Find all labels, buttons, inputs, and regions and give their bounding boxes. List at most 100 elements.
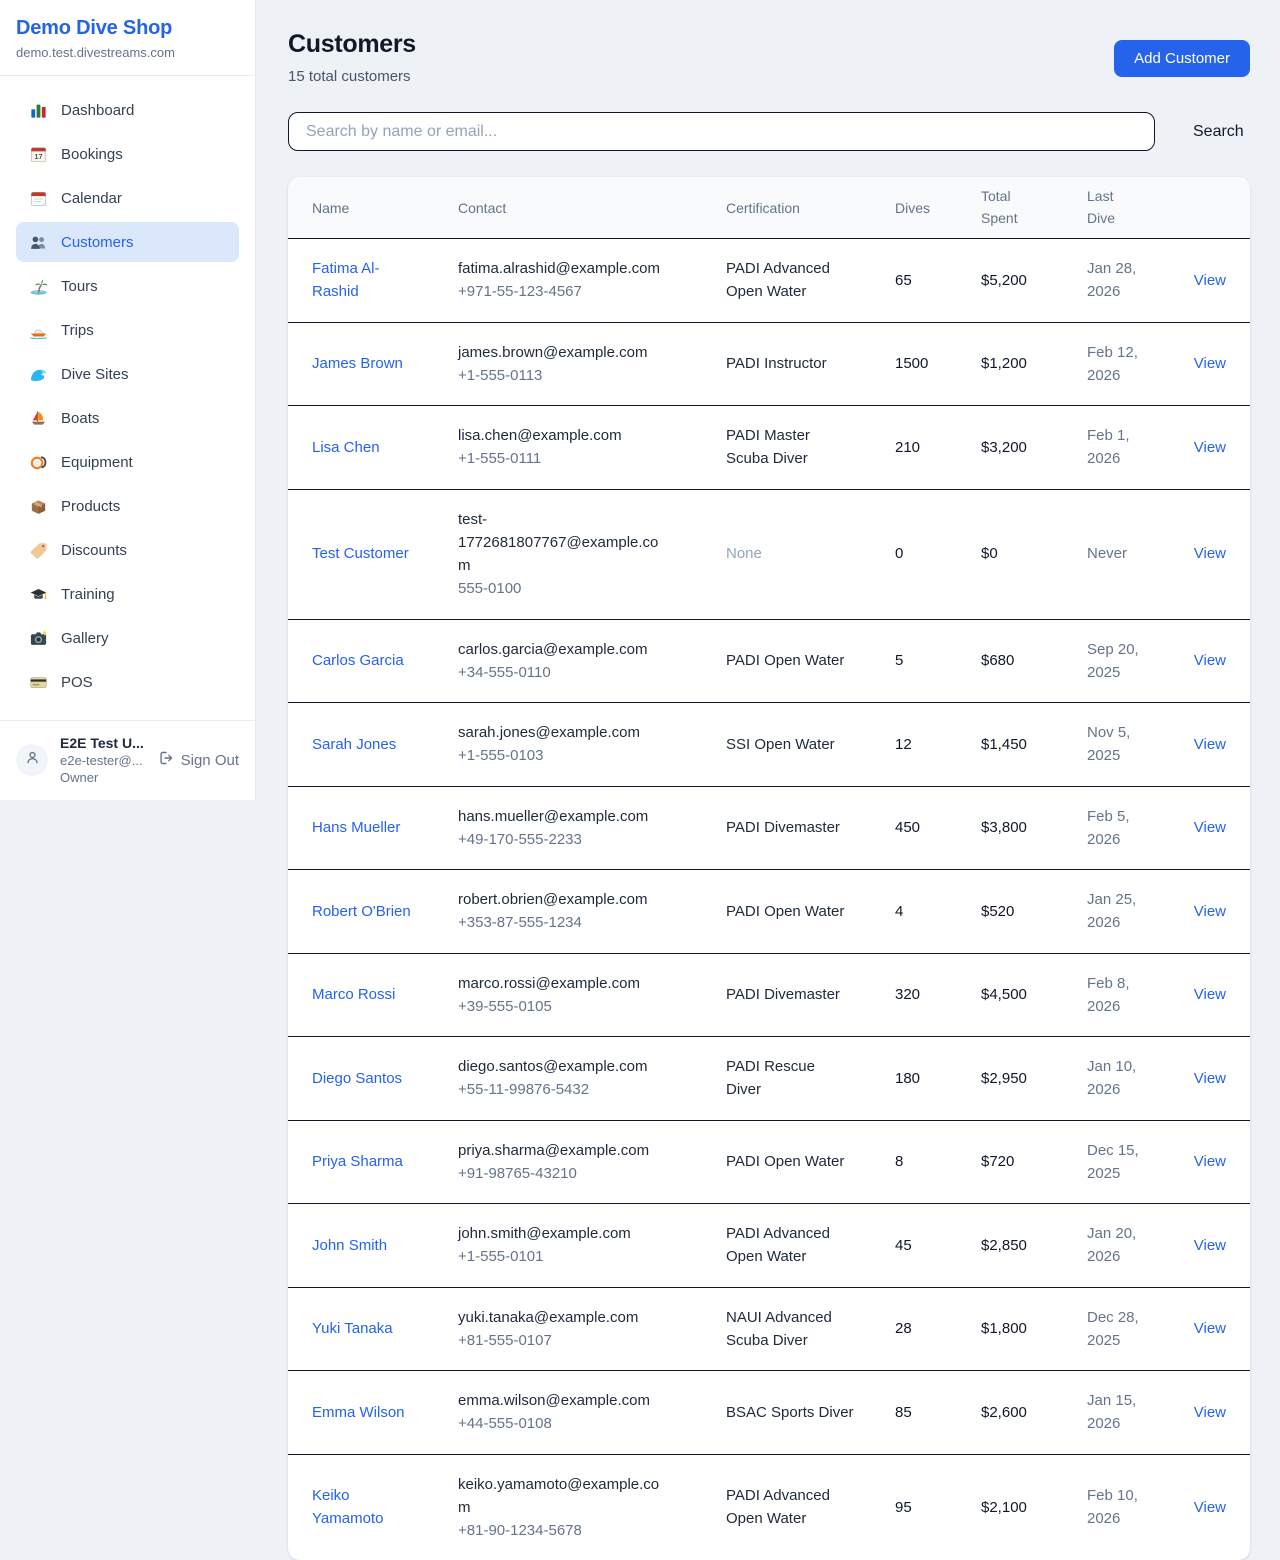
customer-email: keiko.yamamoto@example.com bbox=[458, 1473, 664, 1520]
search-button[interactable]: Search bbox=[1181, 115, 1256, 149]
customer-last-dive: Jan 20, 2026 bbox=[1087, 1222, 1159, 1269]
view-link[interactable]: View bbox=[1194, 736, 1226, 753]
table-row: Priya Sharma priya.sharma@example.com +9… bbox=[288, 1121, 1250, 1205]
sign-out-label: Sign Out bbox=[181, 752, 239, 769]
customer-certification: PADI Master Scuba Diver bbox=[726, 424, 854, 471]
customer-name-link[interactable]: Lisa Chen bbox=[312, 436, 380, 459]
customer-name-link[interactable]: Robert O'Brien bbox=[312, 900, 411, 923]
view-link[interactable]: View bbox=[1194, 903, 1226, 920]
sidebar-item-dashboard[interactable]: Dashboard bbox=[16, 90, 239, 130]
view-link[interactable]: View bbox=[1194, 355, 1226, 372]
customer-name-link[interactable]: Test Customer bbox=[312, 542, 409, 565]
sidebar-item-label: Gallery bbox=[61, 630, 109, 647]
view-link[interactable]: View bbox=[1194, 652, 1226, 669]
sidebar-item-discounts[interactable]: Discounts bbox=[16, 530, 239, 570]
view-link[interactable]: View bbox=[1194, 1499, 1226, 1516]
customer-name-link[interactable]: Carlos Garcia bbox=[312, 649, 404, 672]
sidebar-item-gallery[interactable]: Gallery bbox=[16, 618, 239, 658]
discounts-icon bbox=[28, 540, 48, 560]
table-row: Lisa Chen lisa.chen@example.com +1-555-0… bbox=[288, 406, 1250, 490]
customer-name-link[interactable]: Diego Santos bbox=[312, 1067, 402, 1090]
table-row: Test Customer test-1772681807767@example… bbox=[288, 490, 1250, 620]
customer-certification: PADI Instructor bbox=[726, 352, 854, 375]
customer-total-spent: $520 bbox=[981, 900, 1087, 923]
customer-email: emma.wilson@example.com bbox=[458, 1389, 664, 1412]
customer-last-dive: Feb 10, 2026 bbox=[1087, 1484, 1159, 1531]
customer-phone: +91-98765-43210 bbox=[458, 1162, 664, 1185]
user-name: E2E Test U... bbox=[60, 735, 146, 751]
customer-name-link[interactable]: Fatima Al-Rashid bbox=[312, 257, 412, 304]
training-icon bbox=[28, 584, 48, 604]
customer-name-link[interactable]: Sarah Jones bbox=[312, 733, 396, 756]
table-row: Yuki Tanaka yuki.tanaka@example.com +81-… bbox=[288, 1288, 1250, 1372]
add-customer-button[interactable]: Add Customer bbox=[1114, 40, 1250, 77]
customer-phone: +971-55-123-4567 bbox=[458, 280, 664, 303]
svg-text:17: 17 bbox=[34, 152, 42, 161]
sidebar-item-label: Products bbox=[61, 498, 120, 515]
customer-total-spent: $2,600 bbox=[981, 1401, 1087, 1424]
sidebar-item-bookings[interactable]: 17Bookings bbox=[16, 134, 239, 174]
sidebar-item-tours[interactable]: Tours bbox=[16, 266, 239, 306]
customer-name-link[interactable]: Yuki Tanaka bbox=[312, 1317, 393, 1340]
customer-certification: BSAC Sports Diver bbox=[726, 1401, 854, 1424]
customers-icon bbox=[28, 232, 48, 252]
customer-dives: 4 bbox=[895, 900, 981, 923]
customer-last-dive: Dec 15, 2025 bbox=[1087, 1139, 1159, 1186]
user-meta: E2E Test U... e2e-tester@... Owner bbox=[60, 735, 146, 785]
customer-total-spent: $2,850 bbox=[981, 1234, 1087, 1257]
view-link[interactable]: View bbox=[1194, 819, 1226, 836]
customer-email: test-1772681807767@example.com bbox=[458, 508, 664, 578]
customer-name-link[interactable]: Keiko Yamamoto bbox=[312, 1484, 412, 1531]
sidebar-item-customers[interactable]: Customers bbox=[16, 222, 239, 262]
view-link[interactable]: View bbox=[1194, 986, 1226, 1003]
customer-phone: +55-11-99876-5432 bbox=[458, 1078, 664, 1101]
view-link[interactable]: View bbox=[1194, 439, 1226, 456]
sidebar-item-boats[interactable]: Boats bbox=[16, 398, 239, 438]
customer-last-dive: Jan 25, 2026 bbox=[1087, 888, 1159, 935]
sidebar-item-equipment[interactable]: Equipment bbox=[16, 442, 239, 482]
sidebar-item-label: Equipment bbox=[61, 454, 133, 471]
main-content: Customers 15 total customers Add Custome… bbox=[256, 0, 1280, 1560]
customer-phone: +81-555-0107 bbox=[458, 1329, 664, 1352]
customer-name-link[interactable]: Marco Rossi bbox=[312, 983, 395, 1006]
customer-dives: 45 bbox=[895, 1234, 981, 1257]
customer-name-link[interactable]: Hans Mueller bbox=[312, 816, 400, 839]
customer-dives: 95 bbox=[895, 1496, 981, 1519]
customer-name-link[interactable]: Emma Wilson bbox=[312, 1401, 405, 1424]
table-row: Hans Mueller hans.mueller@example.com +4… bbox=[288, 787, 1250, 871]
view-link[interactable]: View bbox=[1194, 1320, 1226, 1337]
sidebar-item-trips[interactable]: Trips bbox=[16, 310, 239, 350]
customer-last-dive: Feb 1, 2026 bbox=[1087, 424, 1159, 471]
customer-total-spent: $1,450 bbox=[981, 733, 1087, 756]
customer-dives: 320 bbox=[895, 983, 981, 1006]
view-link[interactable]: View bbox=[1194, 1153, 1226, 1170]
sidebar-item-dive-sites[interactable]: Dive Sites bbox=[16, 354, 239, 394]
customer-last-dive: Feb 8, 2026 bbox=[1087, 972, 1159, 1019]
brand: Demo Dive Shop demo.test.divestreams.com bbox=[0, 0, 255, 76]
view-link[interactable]: View bbox=[1194, 1404, 1226, 1421]
customer-name-link[interactable]: Priya Sharma bbox=[312, 1150, 403, 1173]
sidebar-item-label: Training bbox=[61, 586, 115, 603]
view-link[interactable]: View bbox=[1194, 1237, 1226, 1254]
sidebar-item-calendar[interactable]: Calendar bbox=[16, 178, 239, 218]
sidebar-item-label: Dive Sites bbox=[61, 366, 129, 383]
view-link[interactable]: View bbox=[1194, 545, 1226, 562]
view-link[interactable]: View bbox=[1194, 1070, 1226, 1087]
sidebar-item-pos[interactable]: POS bbox=[16, 662, 239, 702]
customer-name-link[interactable]: John Smith bbox=[312, 1234, 387, 1257]
customer-phone: +1-555-0113 bbox=[458, 364, 664, 387]
search-input[interactable] bbox=[288, 112, 1155, 151]
customer-dives: 65 bbox=[895, 269, 981, 292]
sidebar-item-training[interactable]: Training bbox=[16, 574, 239, 614]
customer-last-dive: Feb 5, 2026 bbox=[1087, 805, 1159, 852]
sidebar-item-products[interactable]: Products bbox=[16, 486, 239, 526]
sign-out-button[interactable]: Sign Out bbox=[158, 750, 239, 770]
customer-phone: +39-555-0105 bbox=[458, 995, 664, 1018]
customer-name-link[interactable]: James Brown bbox=[312, 352, 403, 375]
sidebar: Demo Dive Shop demo.test.divestreams.com… bbox=[0, 0, 256, 800]
customer-phone: +44-555-0108 bbox=[458, 1412, 664, 1435]
sidebar-item-label: Trips bbox=[61, 322, 94, 339]
customer-last-dive: Sep 20, 2025 bbox=[1087, 638, 1159, 685]
customer-email: lisa.chen@example.com bbox=[458, 424, 664, 447]
view-link[interactable]: View bbox=[1194, 272, 1226, 289]
